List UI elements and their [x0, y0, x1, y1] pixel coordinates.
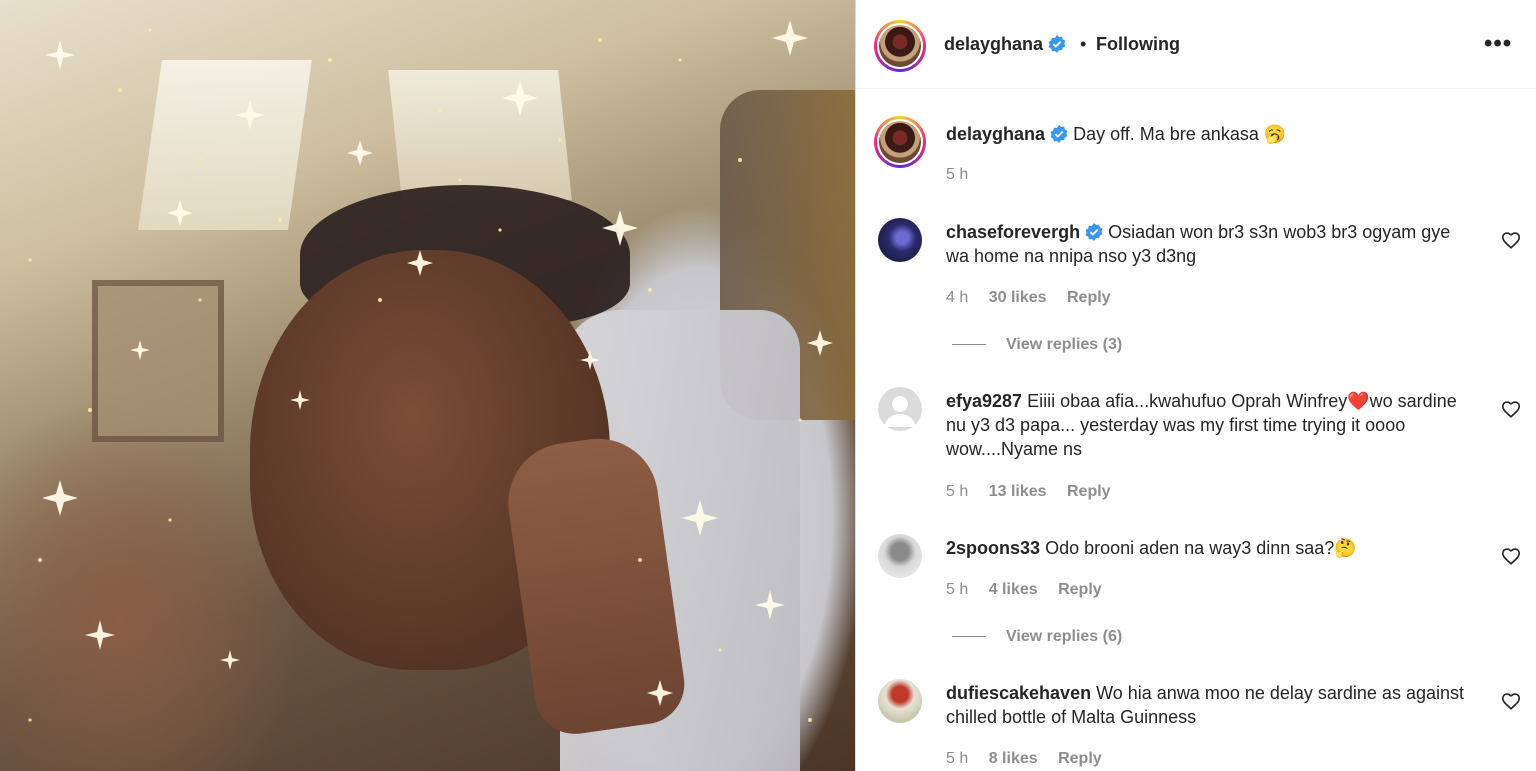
- comment-likes[interactable]: 8 likes: [989, 750, 1038, 767]
- caption: delayghana Day off. Ma bre ankasa 🥱: [946, 122, 1466, 146]
- author-username[interactable]: delayghana: [944, 34, 1066, 55]
- author-avatar[interactable]: [874, 20, 926, 72]
- commenter-avatar-placeholder[interactable]: [878, 387, 922, 431]
- reply-button[interactable]: Reply: [1067, 483, 1111, 500]
- comment-time[interactable]: 5 h: [946, 750, 968, 767]
- commenter-avatar[interactable]: [878, 534, 922, 578]
- view-replies-button[interactable]: View replies (6): [952, 628, 1122, 646]
- verified-icon: [1085, 223, 1103, 241]
- default-user-icon: [884, 396, 916, 427]
- comment-username[interactable]: 2spoons33: [946, 538, 1040, 558]
- comment-time[interactable]: 4 h: [946, 289, 968, 306]
- comment-likes[interactable]: 4 likes: [989, 581, 1038, 598]
- like-heart-icon[interactable]: [1500, 690, 1522, 712]
- like-heart-icon[interactable]: [1500, 229, 1522, 251]
- more-options-icon[interactable]: •••: [1484, 30, 1512, 58]
- caption-time[interactable]: 5 h: [946, 166, 968, 183]
- view-replies-line: [952, 636, 986, 638]
- comment-username[interactable]: dufiescakehaven: [946, 683, 1091, 703]
- verified-icon: [1050, 125, 1068, 143]
- comments-panel: delayghana • Following ••• delayghana Da…: [856, 0, 1536, 771]
- caption-text: Day off. Ma bre ankasa 🥱: [1073, 124, 1287, 144]
- commenter-avatar[interactable]: [878, 218, 922, 262]
- following-button[interactable]: Following: [1096, 34, 1180, 55]
- comment-text: efya9287 Eiiii obaa afia...kwahufuo Opra…: [946, 389, 1466, 461]
- post-photo[interactable]: [0, 0, 855, 771]
- comment-text: chaseforevergh Osiadan won br3 s3n wob3 …: [946, 220, 1466, 268]
- comment-meta: 5 h 13 likes Reply: [946, 483, 1127, 501]
- comment-meta: 5 h 4 likes Reply: [946, 581, 1118, 599]
- caption-meta: 5 h: [946, 166, 984, 184]
- comment-time[interactable]: 5 h: [946, 581, 968, 598]
- like-heart-icon[interactable]: [1500, 398, 1522, 420]
- comment-text: dufiescakehaven Wo hia anwa moo ne delay…: [946, 681, 1466, 729]
- caption-avatar[interactable]: [874, 116, 926, 168]
- sparkle-overlay: [28, 20, 833, 722]
- comment-time[interactable]: 5 h: [946, 483, 968, 500]
- comment-meta: 5 h 8 likes Reply: [946, 750, 1118, 768]
- like-heart-icon[interactable]: [1500, 545, 1522, 567]
- view-replies-button[interactable]: View replies (3): [952, 336, 1122, 354]
- reply-button[interactable]: Reply: [1058, 750, 1102, 767]
- comment-meta: 4 h 30 likes Reply: [946, 289, 1127, 307]
- comment-body: Eiiii obaa afia...kwahufuo Oprah Winfrey…: [946, 391, 1457, 459]
- comment-username[interactable]: chaseforevergh: [946, 222, 1080, 242]
- view-replies-line: [952, 344, 986, 346]
- reply-button[interactable]: Reply: [1067, 289, 1111, 306]
- verified-icon: [1048, 35, 1066, 53]
- comment-likes[interactable]: 13 likes: [989, 483, 1047, 500]
- caption-username[interactable]: delayghana: [946, 124, 1045, 144]
- comment-text: 2spoons33 Odo brooni aden na way3 dinn s…: [946, 536, 1466, 560]
- comment-likes[interactable]: 30 likes: [989, 289, 1047, 306]
- comment-username[interactable]: efya9287: [946, 391, 1022, 411]
- commenter-avatar[interactable]: [878, 679, 922, 723]
- post-header: delayghana • Following •••: [856, 0, 1536, 89]
- comment-body: Odo brooni aden na way3 dinn saa?🤔: [1045, 538, 1357, 558]
- separator-dot: •: [1080, 34, 1087, 54]
- reply-button[interactable]: Reply: [1058, 581, 1102, 598]
